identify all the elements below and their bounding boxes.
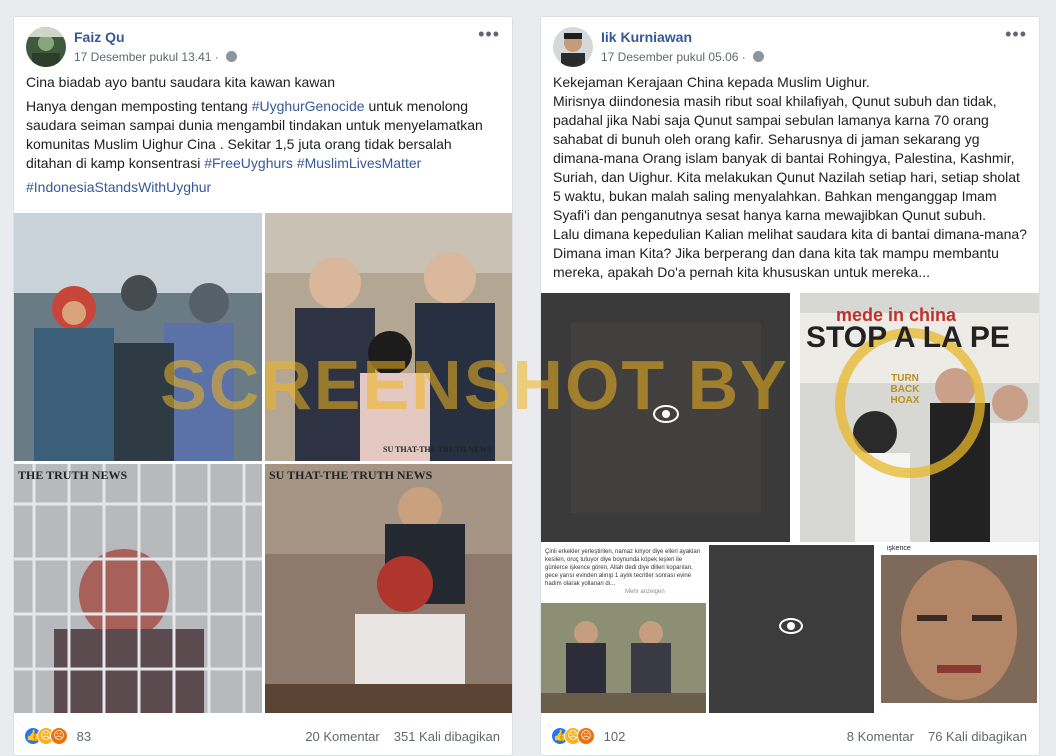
- author-name[interactable]: Faiz Qu: [74, 29, 125, 45]
- hashtag-freeuyghurs[interactable]: #FreeUyghurs: [204, 155, 293, 171]
- reactions[interactable]: 👍☹ ☹ 83: [24, 727, 91, 747]
- stamp-hoax-text: TURN BACK HOAX: [890, 373, 920, 406]
- post-text: Cina biadab ayo bantu saudara kita kawan…: [14, 73, 512, 197]
- hashtag-muslimlivesmatter[interactable]: #MuslimLivesMatter: [297, 155, 421, 171]
- post-header: Faiz Qu 17 Desember pukul 13.41 · •••: [14, 17, 512, 73]
- post-timestamp[interactable]: 17 Desember pukul 05.06 ·: [601, 50, 765, 64]
- reaction-count: 83: [76, 728, 92, 744]
- photo-blurred-sensitive[interactable]: [541, 293, 790, 542]
- comments-link[interactable]: 20 Komentar: [305, 729, 379, 744]
- angry-reaction-icon: ☹: [577, 727, 595, 745]
- photo-grid: SU THAT-THE TRUTH NEWS THE TRUTH NEWS SU…: [14, 213, 512, 713]
- photo-grid: STOP A LA PE mede in china TURN BACK HOA…: [541, 293, 1039, 713]
- reactions[interactable]: 👍☹ ☹ 102: [551, 727, 625, 747]
- photo-protest-sign[interactable]: STOP A LA PE mede in china TURN BACK HOA…: [800, 293, 1039, 542]
- photo-police-woman[interactable]: SU THAT-THE TRUTH NEWS: [265, 213, 512, 461]
- protest-sign-text: STOP A LA PE: [806, 321, 1010, 354]
- post-text: Kekejaman Kerajaan China kepada Muslim U…: [541, 73, 1039, 282]
- hidden-content-icon[interactable]: [653, 405, 679, 423]
- post-header: Iik Kurniawan 17 Desember pukul 05.06 · …: [541, 17, 1039, 73]
- globe-icon: [753, 51, 765, 62]
- stamp-text: mede in china: [836, 305, 957, 325]
- post-line: Kekejaman Kerajaan China kepada Muslim U…: [553, 74, 870, 90]
- post-headline: Cina biadab ayo bantu saudara kita kawan…: [26, 74, 335, 90]
- post-footer: 👍☹ ☹ 83 20 Komentar 351 Kali dibagikan: [14, 721, 512, 755]
- photo-injured-man[interactable]: işkence: [877, 545, 1039, 713]
- see-more-link[interactable]: Mehr anzeigen: [625, 589, 665, 595]
- tile-caption: SU THAT-THE TRUTH NEWS: [383, 445, 492, 454]
- author-name[interactable]: Iik Kurniawan: [601, 29, 692, 45]
- hashtag-uyghurgenocide[interactable]: #UyghurGenocide: [252, 98, 365, 114]
- post-paragraph: Hanya dengan memposting tentang #UyghurG…: [26, 97, 500, 173]
- post-faiz-qu: Faiz Qu 17 Desember pukul 13.41 · ••• Ci…: [13, 16, 513, 756]
- post-footer: 👍☹ ☹ 102 8 Komentar 76 Kali dibagikan: [541, 721, 1039, 755]
- post-paragraph: Mirisnya diindonesia masih ribut soal kh…: [553, 93, 1020, 223]
- hidden-content-icon[interactable]: [779, 618, 803, 634]
- avatar[interactable]: [553, 27, 593, 67]
- tile-caption: SU THAT-THE TRUTH NEWS: [269, 468, 433, 482]
- tile-caption: THE TRUTH NEWS: [18, 468, 128, 482]
- post-stats: 20 Komentar 351 Kali dibagikan: [291, 729, 500, 744]
- timestamp-text: 17 Desember pukul 13.41: [74, 50, 212, 64]
- photo-article-caption[interactable]: Çinli erkekler yerleştirilen, namaz kılı…: [541, 545, 706, 713]
- article-snippet: Çinli erkekler yerleştirilen, namaz kılı…: [545, 549, 701, 587]
- tile-caption: işkence: [887, 545, 911, 552]
- post-stats: 8 Komentar 76 Kali dibagikan: [833, 729, 1027, 744]
- shares-link[interactable]: 351 Kali dibagikan: [394, 729, 500, 744]
- feed: Faiz Qu 17 Desember pukul 13.41 · ••• Ci…: [0, 0, 1056, 756]
- avatar[interactable]: [26, 27, 66, 67]
- comments-link[interactable]: 8 Komentar: [847, 729, 914, 744]
- post-paragraph: Lalu dimana kepedulian Kalian melihat sa…: [553, 226, 1027, 280]
- text-segment: Hanya dengan memposting tentang: [26, 98, 252, 114]
- globe-icon: [226, 51, 238, 62]
- more-options-icon[interactable]: •••: [1005, 25, 1027, 43]
- angry-reaction-icon: ☹: [50, 727, 68, 745]
- photo-bloodied-woman[interactable]: SU THAT-THE TRUTH NEWS: [265, 464, 512, 713]
- post-timestamp[interactable]: 17 Desember pukul 13.41 ·: [74, 50, 238, 64]
- timestamp-text: 17 Desember pukul 05.06: [601, 50, 739, 64]
- shares-link[interactable]: 76 Kali dibagikan: [928, 729, 1027, 744]
- photo-blurred-sensitive-2[interactable]: [709, 545, 874, 713]
- post-iik-kurniawan: Iik Kurniawan 17 Desember pukul 05.06 · …: [540, 16, 1040, 756]
- more-options-icon[interactable]: •••: [478, 25, 500, 43]
- hashtag-indonesiastandswithuyghur[interactable]: #IndonesiaStandsWithUyghur: [26, 179, 211, 195]
- photo-caged-woman[interactable]: THE TRUTH NEWS: [14, 464, 262, 713]
- photo-crowd-police[interactable]: [14, 213, 262, 461]
- reaction-count: 102: [603, 728, 626, 744]
